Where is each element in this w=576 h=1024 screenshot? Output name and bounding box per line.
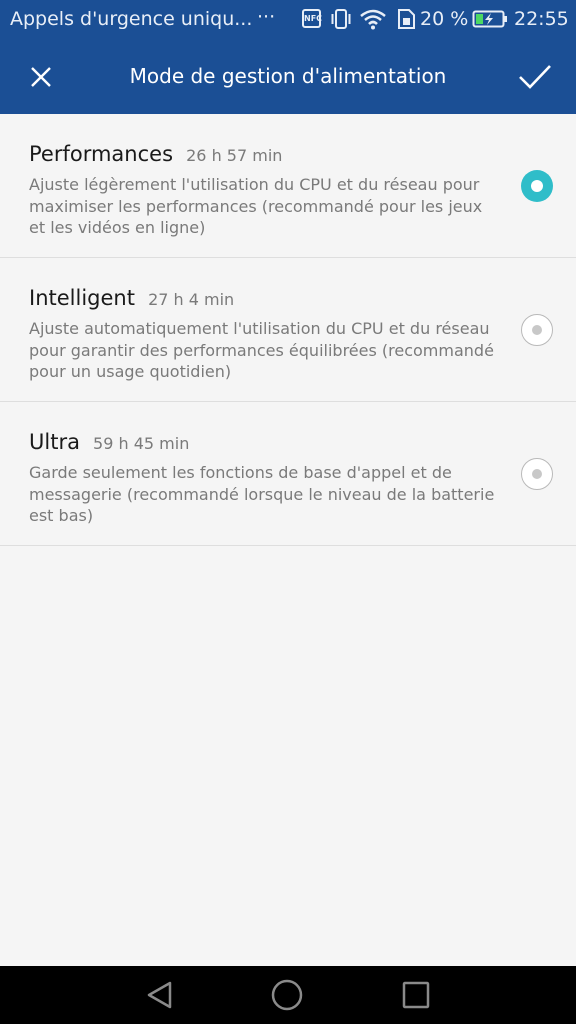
option-name: Performances [29,142,174,166]
option-battery-time: 27 h 4 min [148,290,235,309]
home-icon[interactable] [270,978,304,1016]
nfc-icon: NFC [302,9,322,28]
option-description: Ajuste légèrement l'utilisation du CPU e… [29,175,483,237]
recent-apps-icon[interactable] [402,981,430,1013]
option-intelligent[interactable]: Intelligent 27 h 4 min Ajuste automatiqu… [0,258,576,402]
option-title-row: Intelligent 27 h 4 min [29,286,234,310]
back-icon[interactable] [144,979,176,1015]
option-name: Intelligent [29,286,135,310]
option-ultra[interactable]: Ultra 59 h 45 min Garde seulement les fo… [0,402,576,546]
option-description: Ajuste automatiquement l'utilisation du … [29,319,494,381]
radio-intelligent[interactable] [521,314,553,346]
confirm-button[interactable] [512,54,558,100]
battery-percent: 20 % [420,8,469,30]
wifi-icon [359,8,387,34]
option-title-row: Ultra 59 h 45 min [29,430,189,454]
sim-card-icon [396,8,416,34]
navigation-bar [0,966,576,1024]
option-battery-time: 59 h 45 min [93,434,190,453]
notification-text: Appels d'urgence uniqu... [10,8,253,30]
vibrate-icon [330,8,352,34]
radio-performances[interactable] [521,170,553,202]
option-performances[interactable]: Performances 26 h 57 min Ajuste légèreme… [0,114,576,258]
option-battery-time: 26 h 57 min [186,146,283,165]
page-title: Mode de gestion d'alimentation [129,64,447,88]
power-mode-list: Performances 26 h 57 min Ajuste légèreme… [0,114,576,546]
clock: 22:55 [514,8,569,30]
option-title-row: Performances 26 h 57 min [29,142,282,166]
battery-charging-icon [472,9,508,33]
toolbar: Mode de gestion d'alimentation [0,40,576,114]
checkmark-icon [519,65,551,89]
more-notifications-icon: ··· [257,6,276,28]
radio-ultra[interactable] [521,458,553,490]
option-name: Ultra [29,430,80,454]
option-description: Garde seulement les fonctions de base d'… [29,463,495,525]
app-header: Appels d'urgence uniqu... ··· NFC 20 % 2… [0,0,576,114]
status-bar: Appels d'urgence uniqu... ··· NFC 20 % 2… [0,0,576,40]
